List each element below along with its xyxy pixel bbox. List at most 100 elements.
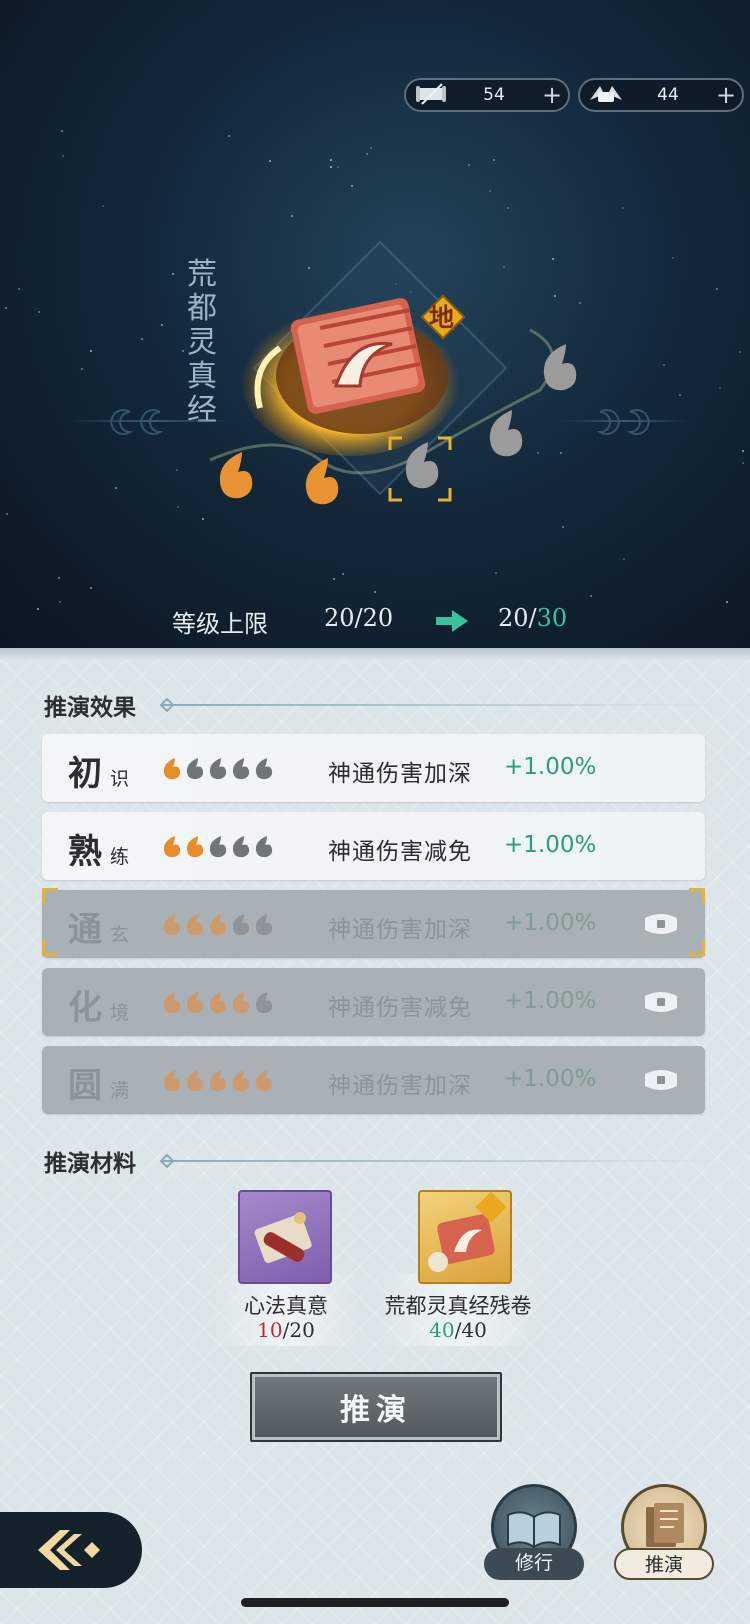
star <box>366 153 368 155</box>
currency-scroll[interactable]: 54 + <box>404 78 570 112</box>
currency-winged-scroll[interactable]: 44 + <box>578 78 744 112</box>
star <box>495 572 497 574</box>
star <box>141 338 143 340</box>
star <box>182 350 184 352</box>
effect-stage-char: 化 <box>68 988 102 1028</box>
currency-scroll-value: 54 <box>483 85 505 105</box>
progress-drop-filled-icon <box>305 458 339 505</box>
technique-showcase: 54 + 44 + 荒 都 灵 真 经 地 等级上限 20/20 20/30 <box>0 0 750 648</box>
arrow-right-icon <box>436 610 468 632</box>
star <box>102 205 104 207</box>
deduce-nav-button[interactable]: 推演 <box>614 1484 714 1580</box>
lock-icon <box>643 988 679 1016</box>
effect-drops <box>160 834 276 860</box>
star <box>507 207 509 209</box>
material-fragment[interactable] <box>418 1190 512 1284</box>
lock-icon <box>643 910 679 938</box>
star <box>330 166 332 168</box>
material-need: 40 <box>461 1318 487 1342</box>
star <box>291 215 293 217</box>
scroll-icon <box>416 83 446 105</box>
drop-empty-icon <box>209 836 227 858</box>
star <box>81 368 83 370</box>
star <box>337 166 339 168</box>
effect-stage-subchar: 满 <box>110 1080 130 1102</box>
material-name: 心法真意 <box>244 1294 328 1318</box>
star <box>228 135 230 137</box>
effect-drops <box>160 1068 276 1094</box>
currency-scroll-add-button[interactable]: + <box>536 81 568 109</box>
star <box>62 155 64 157</box>
star <box>623 558 625 560</box>
materials-section-title: 推演材料 <box>44 1150 136 1177</box>
progress-drop-empty-icon <box>489 410 523 457</box>
effect-stage-subchar: 识 <box>110 768 130 790</box>
effect-drops <box>160 756 276 782</box>
effect-row[interactable]: 圆满 神通伤害加深 +1.00% <box>42 1046 705 1114</box>
effect-description: 神通伤害减免 <box>328 995 472 1021</box>
drop-empty-icon <box>232 914 250 936</box>
effect-description: 神通伤害加深 <box>328 1073 472 1099</box>
star <box>370 147 372 149</box>
star <box>59 601 61 603</box>
drop-filled-icon <box>186 1070 204 1092</box>
level-cap-row: 等级上限 20/20 20/30 <box>0 604 750 638</box>
effect-drops <box>160 912 276 938</box>
effect-stage-subchar: 玄 <box>110 924 130 946</box>
star <box>672 257 674 259</box>
drop-filled-icon <box>186 992 204 1014</box>
technique-fragment-icon <box>428 1191 507 1272</box>
level-cap-next-value: 30 <box>536 604 568 632</box>
effects-section-line <box>160 704 720 706</box>
diamond-marker-icon <box>160 1154 174 1168</box>
star <box>468 164 470 166</box>
star <box>579 302 581 304</box>
star <box>679 394 681 396</box>
star <box>622 207 624 209</box>
effect-description: 神通伤害加深 <box>328 761 472 787</box>
star <box>161 324 163 326</box>
material-have: 40 <box>429 1318 455 1342</box>
selection-corner <box>42 888 58 904</box>
material-name: 荒都灵真经残卷 <box>384 1294 532 1318</box>
star <box>58 577 60 579</box>
star <box>726 601 728 603</box>
drop-empty-icon <box>255 836 273 858</box>
material-have: 10 <box>257 1318 283 1342</box>
deduce-button[interactable]: 推演 <box>250 1372 502 1442</box>
drop-selection-bracket <box>388 436 452 502</box>
star <box>176 469 178 471</box>
drop-empty-icon <box>232 758 250 780</box>
star <box>38 311 40 313</box>
effect-row[interactable]: 熟练 神通伤害减免 +1.00% <box>42 812 705 880</box>
material-need: 20 <box>289 1318 315 1342</box>
currency-winged-scroll-value: 44 <box>657 85 679 105</box>
drop-filled-icon <box>232 1070 250 1092</box>
effect-row[interactable]: 通玄 神通伤害加深 +1.00% <box>42 890 705 958</box>
star <box>719 387 721 389</box>
star <box>5 307 7 309</box>
effect-bonus: +1.00% <box>504 1066 597 1092</box>
currency-winged-scroll-add-button[interactable]: + <box>710 81 742 109</box>
effect-description: 神通伤害减免 <box>328 839 472 865</box>
effect-row[interactable]: 初识 神通伤害加深 +1.00% <box>42 734 705 802</box>
drop-empty-icon <box>232 836 250 858</box>
effect-bonus: +1.00% <box>504 754 597 780</box>
level-cap-label: 等级上限 <box>172 610 268 638</box>
effect-row[interactable]: 化境 神通伤害减免 +1.00% <box>42 968 705 1036</box>
home-indicator[interactable] <box>241 1598 509 1607</box>
star <box>351 185 353 187</box>
material-heart-method[interactable] <box>238 1190 332 1284</box>
selection-corner <box>689 940 705 956</box>
star <box>493 159 495 161</box>
back-button[interactable] <box>0 1512 142 1588</box>
drop-filled-icon <box>209 992 227 1014</box>
drop-filled-icon <box>209 1070 227 1092</box>
back-arrow-icon <box>38 1530 100 1570</box>
effects-section-title: 推演效果 <box>44 694 136 721</box>
practice-nav-button[interactable]: 修行 <box>484 1484 584 1580</box>
drop-filled-icon <box>255 1070 273 1092</box>
drop-filled-icon <box>163 758 181 780</box>
material-count: 40/40 <box>380 1318 536 1342</box>
effect-stage-char: 圆 <box>68 1066 102 1106</box>
